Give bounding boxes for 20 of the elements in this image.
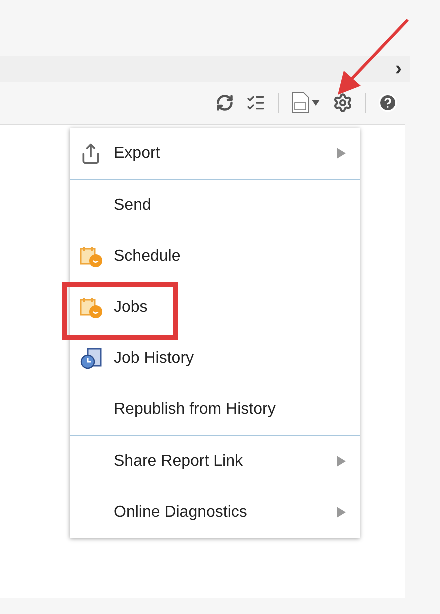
calendar-clock-icon xyxy=(80,296,104,318)
menu-item[interactable]: Online Diagnostics xyxy=(70,487,360,538)
help-button[interactable] xyxy=(378,93,398,113)
menu-item[interactable]: Send xyxy=(70,180,360,231)
submenu-arrow-icon xyxy=(337,456,346,467)
refresh-button[interactable] xyxy=(216,94,234,112)
menu-item[interactable]: Schedule xyxy=(70,231,360,282)
menu-item[interactable]: Export xyxy=(70,128,360,180)
menu-item[interactable]: Republish from History xyxy=(70,384,360,436)
submenu-arrow-icon xyxy=(337,507,346,518)
chevron[interactable]: › xyxy=(395,59,402,79)
export-icon xyxy=(80,142,102,164)
settings-button[interactable] xyxy=(333,93,353,113)
spreadsheet-dropdown-button[interactable] xyxy=(291,92,321,114)
clock-document-icon xyxy=(80,348,104,370)
submenu-arrow-icon xyxy=(337,148,346,159)
menu-item[interactable]: Share Report Link xyxy=(70,436,360,487)
menu-item[interactable]: Jobs xyxy=(70,282,360,333)
calendar-clock-icon xyxy=(80,246,104,268)
menu-item[interactable]: Job History xyxy=(70,333,360,384)
